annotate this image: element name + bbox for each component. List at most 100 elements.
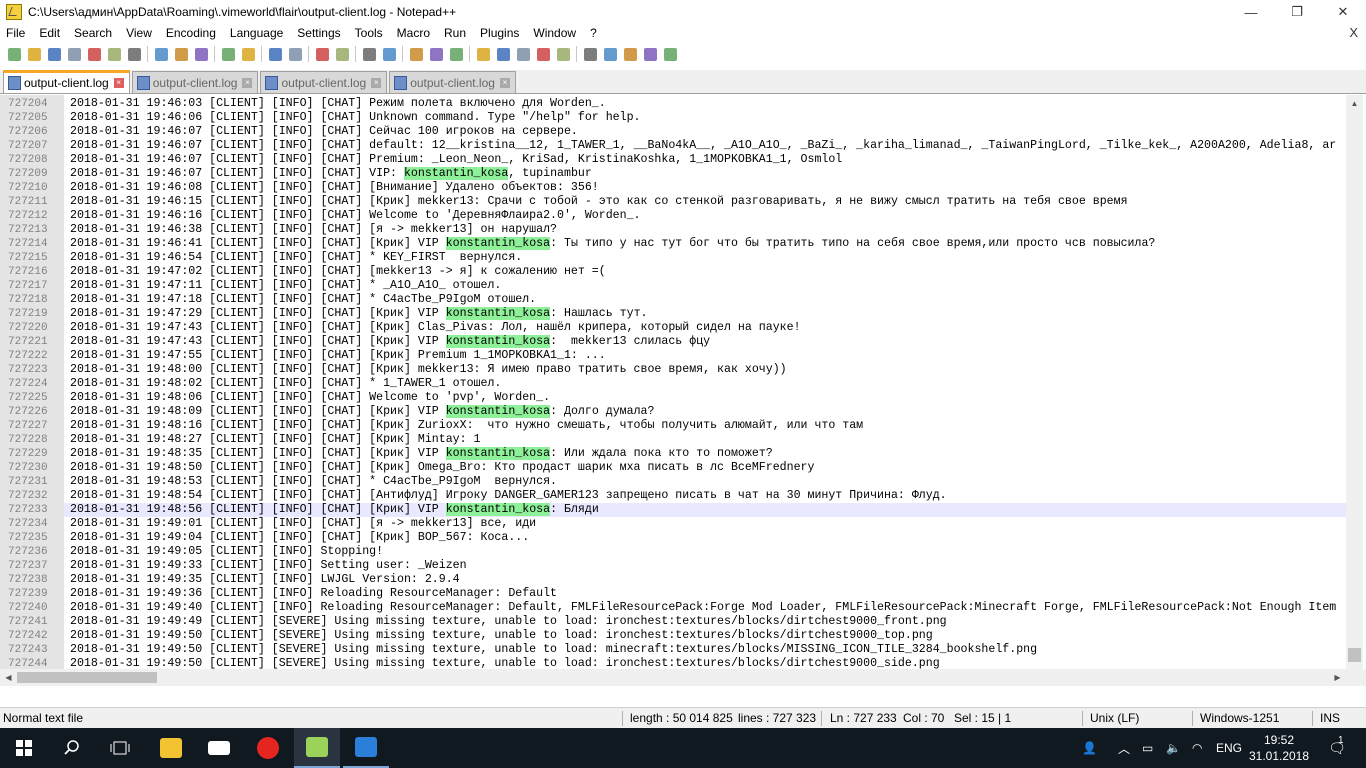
editor-line[interactable]: 727228 2018-01-31 19:48:27 [CLIENT] [INFO…: [0, 433, 1346, 447]
open-file-icon[interactable]: [26, 46, 42, 62]
editor-line[interactable]: 727214 2018-01-31 19:46:41 [CLIENT] [INFO…: [0, 237, 1346, 251]
editor-line[interactable]: 727234 2018-01-31 19:49:01 [CLIENT] [INFO…: [0, 517, 1346, 531]
vertical-scrollbar[interactable]: ▲: [1346, 95, 1363, 669]
taskbar-notepadpp[interactable]: [294, 728, 340, 768]
paste-icon[interactable]: [193, 46, 209, 62]
zoom-in-icon[interactable]: [314, 46, 330, 62]
taskbar-mail[interactable]: [196, 728, 242, 768]
editor-line[interactable]: 727209 2018-01-31 19:46:07 [CLIENT] [INFO…: [0, 167, 1346, 181]
clock[interactable]: 19:52 31.01.2018: [1249, 728, 1309, 768]
taskbar-yandex-browser[interactable]: [245, 728, 291, 768]
editor-line[interactable]: 727221 2018-01-31 19:47:43 [CLIENT] [INFO…: [0, 335, 1346, 349]
menu-view[interactable]: View: [119, 24, 159, 42]
editor-line[interactable]: 727208 2018-01-31 19:46:07 [CLIENT] [INFO…: [0, 153, 1346, 167]
close-button[interactable]: ✕: [1320, 0, 1366, 24]
editor-line[interactable]: 727236 2018-01-31 19:49:05 [CLIENT] [INFO…: [0, 545, 1346, 559]
editor-line[interactable]: 727240 2018-01-31 19:49:40 [CLIENT] [INFO…: [0, 601, 1346, 615]
minimize-button[interactable]: —: [1228, 0, 1274, 24]
editor-line[interactable]: 727243 2018-01-31 19:49:50 [CLIENT] [SEVE…: [0, 643, 1346, 657]
editor-line[interactable]: 727213 2018-01-31 19:46:38 [CLIENT] [INFO…: [0, 223, 1346, 237]
editor-line[interactable]: 727215 2018-01-31 19:46:54 [CLIENT] [INFO…: [0, 251, 1346, 265]
battery-icon[interactable]: ▭: [1142, 728, 1153, 768]
notification-center-icon[interactable]: 🗨: [1322, 728, 1352, 768]
editor-line[interactable]: 727220 2018-01-31 19:47:43 [CLIENT] [INFO…: [0, 321, 1346, 335]
editor-line[interactable]: 727227 2018-01-31 19:48:16 [CLIENT] [INFO…: [0, 419, 1346, 433]
folder-workspace-icon[interactable]: [535, 46, 551, 62]
input-language[interactable]: ENG: [1216, 728, 1242, 768]
record-macro-icon[interactable]: [582, 46, 598, 62]
search-button[interactable]: [48, 728, 96, 768]
editor-line[interactable]: 727222 2018-01-31 19:47:55 [CLIENT] [INFO…: [0, 349, 1346, 363]
doc-map-icon[interactable]: [495, 46, 511, 62]
menu-tools[interactable]: Tools: [348, 24, 390, 42]
tab-4[interactable]: output-client.log ×: [389, 71, 516, 93]
status-mode[interactable]: INS: [1320, 708, 1340, 729]
menu-language[interactable]: Language: [223, 24, 290, 42]
find-icon[interactable]: [267, 46, 283, 62]
close-all-icon[interactable]: [106, 46, 122, 62]
undo-icon[interactable]: [220, 46, 236, 62]
tab-1[interactable]: output-client.log ×: [3, 70, 130, 93]
tab-close-icon[interactable]: ×: [499, 77, 510, 88]
horizontal-scroll-thumb[interactable]: [17, 672, 157, 683]
vertical-scroll-thumb[interactable]: [1348, 648, 1361, 662]
menu-file[interactable]: File: [0, 24, 32, 42]
editor-line[interactable]: 727237 2018-01-31 19:49:33 [CLIENT] [INFO…: [0, 559, 1346, 573]
editor-line[interactable]: 727225 2018-01-31 19:48:06 [CLIENT] [INFO…: [0, 391, 1346, 405]
start-button[interactable]: [0, 728, 48, 768]
taskbar-vimeworld[interactable]: [343, 728, 389, 768]
tab-3[interactable]: output-client.log ×: [260, 71, 388, 93]
cut-icon[interactable]: [153, 46, 169, 62]
indent-guide-icon[interactable]: [448, 46, 464, 62]
monitoring-icon[interactable]: [555, 46, 571, 62]
close-document-button[interactable]: X: [1349, 24, 1358, 42]
close-icon[interactable]: [86, 46, 102, 62]
editor-line[interactable]: 727207 2018-01-31 19:46:07 [CLIENT] [INFO…: [0, 139, 1346, 153]
editor-line[interactable]: 727242 2018-01-31 19:49:50 [CLIENT] [SEVE…: [0, 629, 1346, 643]
tab-close-icon[interactable]: ×: [242, 77, 253, 88]
tab-close-icon[interactable]: ×: [371, 77, 382, 88]
editor-line[interactable]: 727223 2018-01-31 19:48:00 [CLIENT] [INFO…: [0, 363, 1346, 377]
show-all-chars-icon[interactable]: [428, 46, 444, 62]
editor-line[interactable]: 727230 2018-01-31 19:48:50 [CLIENT] [INFO…: [0, 461, 1346, 475]
task-view-button[interactable]: [96, 728, 144, 768]
editor-line[interactable]: 727211 2018-01-31 19:46:15 [CLIENT] [INFO…: [0, 195, 1346, 209]
function-list-icon[interactable]: [515, 46, 531, 62]
tab-2[interactable]: output-client.log ×: [131, 71, 259, 93]
editor[interactable]: 727204 2018-01-31 19:46:03 [CLIENT] [INFO…: [0, 95, 1366, 686]
editor-line[interactable]: 727219 2018-01-31 19:47:29 [CLIENT] [INFO…: [0, 307, 1346, 321]
udl-icon[interactable]: [475, 46, 491, 62]
print-icon[interactable]: [126, 46, 142, 62]
editor-line[interactable]: 727239 2018-01-31 19:49:36 [CLIENT] [INFO…: [0, 587, 1346, 601]
volume-icon[interactable]: 🔈: [1166, 728, 1181, 768]
editor-text[interactable]: 727204 2018-01-31 19:46:03 [CLIENT] [INFO…: [0, 97, 1346, 685]
menu-edit[interactable]: Edit: [32, 24, 67, 42]
horizontal-scrollbar[interactable]: ◀ ▶: [0, 669, 1346, 686]
editor-line[interactable]: 727206 2018-01-31 19:46:07 [CLIENT] [INFO…: [0, 125, 1346, 139]
zoom-out-icon[interactable]: [334, 46, 350, 62]
editor-line[interactable]: 727235 2018-01-31 19:49:04 [CLIENT] [INFO…: [0, 531, 1346, 545]
play-macro-icon[interactable]: [622, 46, 638, 62]
run-macro-multiple-icon[interactable]: [642, 46, 658, 62]
editor-line[interactable]: 727238 2018-01-31 19:49:35 [CLIENT] [INFO…: [0, 573, 1346, 587]
menu-macro[interactable]: Macro: [390, 24, 437, 42]
sync-v-icon[interactable]: [361, 46, 377, 62]
redo-icon[interactable]: [240, 46, 256, 62]
menu-plugins[interactable]: Plugins: [473, 24, 526, 42]
editor-line[interactable]: 727232 2018-01-31 19:48:54 [CLIENT] [INFO…: [0, 489, 1346, 503]
menu-settings[interactable]: Settings: [290, 24, 347, 42]
tab-close-icon[interactable]: ×: [113, 78, 124, 88]
editor-line[interactable]: 727216 2018-01-31 19:47:02 [CLIENT] [INFO…: [0, 265, 1346, 279]
editor-line[interactable]: 727205 2018-01-31 19:46:06 [CLIENT] [INFO…: [0, 111, 1346, 125]
show-hidden-icons-icon[interactable]: ︿: [1118, 728, 1130, 768]
editor-line[interactable]: 727241 2018-01-31 19:49:49 [CLIENT] [SEVE…: [0, 615, 1346, 629]
menu-search[interactable]: Search: [67, 24, 119, 42]
menu-encoding[interactable]: Encoding: [159, 24, 223, 42]
editor-line[interactable]: 727229 2018-01-31 19:48:35 [CLIENT] [INFO…: [0, 447, 1346, 461]
menu-run[interactable]: Run: [437, 24, 473, 42]
replace-icon[interactable]: [287, 46, 303, 62]
network-icon[interactable]: ◠: [1192, 728, 1202, 768]
sync-h-icon[interactable]: [381, 46, 397, 62]
menu-window[interactable]: Window: [526, 24, 583, 42]
scroll-right-icon[interactable]: ▶: [1329, 669, 1346, 686]
